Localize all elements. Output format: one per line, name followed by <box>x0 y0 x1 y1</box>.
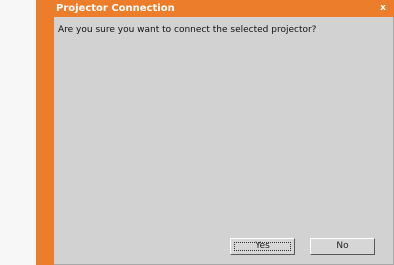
yes-button[interactable]: Yes <box>230 238 295 255</box>
yes-button-label: Yes <box>255 241 270 251</box>
dialog-title: Projector Connection <box>56 3 175 14</box>
close-icon[interactable]: x <box>376 1 390 16</box>
no-button-label: No <box>336 241 349 251</box>
no-button[interactable]: No <box>310 238 375 255</box>
dialog-content <box>54 17 394 265</box>
accent-sidebar <box>36 0 54 265</box>
confirmation-message: Are you sure you want to connect the sel… <box>58 25 317 35</box>
